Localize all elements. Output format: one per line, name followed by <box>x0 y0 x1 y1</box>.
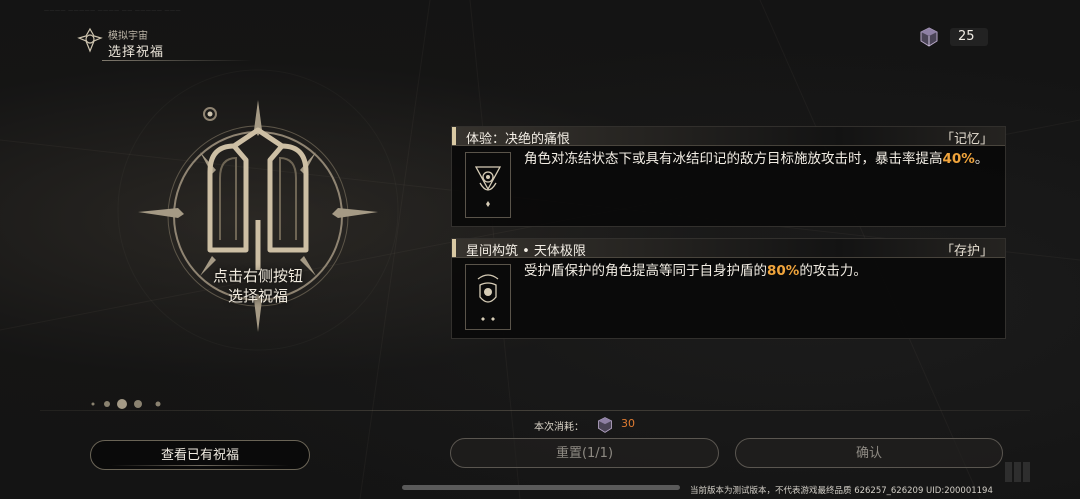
blessing-card-header: 星间构筑 • 天体极限 「存护」 <box>452 239 1005 259</box>
reset-button[interactable]: 重置(1/1) <box>450 438 719 468</box>
cost-value: 30 <box>621 417 635 430</box>
card-accent <box>452 127 456 145</box>
blessing-desc-text: 角色对冻结状态下或具有冰结印记的敌方目标施放攻击时，暴击率提高 <box>524 151 943 167</box>
blessing-desc-text-end: 。 <box>974 151 989 167</box>
blessing-description: 受护盾保护的角色提高等同于自身护盾的80%的攻击力。 <box>524 261 999 282</box>
view-owned-blessings-button[interactable]: 查看已有祝福 <box>90 440 310 470</box>
header: 模拟宇宙 选择祝福 <box>40 22 252 62</box>
decorative-text: ———— ————— ———— —— ————— ——— <box>44 8 181 14</box>
blessing-desc-value: 40% <box>942 151 975 167</box>
corner-decoration <box>1005 462 1030 482</box>
emblem-hint: 点击右侧按钮 选择祝福 <box>198 266 318 306</box>
home-indicator[interactable] <box>402 485 680 490</box>
preservation-blessing-icon <box>465 264 511 330</box>
screen: ———— ————— ———— —— ————— ——— 模拟宇宙 选择祝福 2… <box>0 0 1080 499</box>
header-subtitle: 模拟宇宙 <box>108 31 148 42</box>
page-title: 选择祝福 <box>108 45 165 60</box>
currency-value: 25 <box>958 29 975 44</box>
view-owned-blessings-label: 查看已有祝福 <box>160 448 239 463</box>
blessing-card[interactable]: 星间构筑 • 天体极限 「存护」 受护盾保护的角色提高等同于自身护盾的80%的攻… <box>451 238 1006 339</box>
blessing-desc-text: 受护盾保护的角色提高等同于自身护盾的 <box>524 263 767 279</box>
card-accent <box>452 239 456 257</box>
blessing-card-header: 体验：决绝的痛恨 「记忆」 <box>452 127 1005 147</box>
header-underline <box>102 60 252 61</box>
blessing-path: 「记忆」 <box>940 132 993 147</box>
blessing-title: 星间构筑 • 天体极限 <box>466 244 586 259</box>
blessing-desc-value: 80% <box>767 263 800 279</box>
version-watermark: 当前版本为测试版本，不代表游戏最终品质 626257_626209 UID:20… <box>690 486 993 496</box>
memory-blessing-icon <box>465 152 511 218</box>
cost-label: 本次消耗： <box>534 422 584 433</box>
blessing-card[interactable]: 体验：决绝的痛恨 「记忆」 角色对冻结状态下或具有冰结印记的敌方目标施放攻击时，… <box>451 126 1006 227</box>
blessing-title: 体验：决绝的痛恨 <box>466 132 571 147</box>
button-underline <box>111 465 289 466</box>
currency-counter: 25 <box>918 26 988 48</box>
blessing-description: 角色对冻结状态下或具有冰结印记的敌方目标施放攻击时，暴击率提高40%。 <box>524 149 999 170</box>
bottom-divider <box>40 410 1030 411</box>
cube-icon <box>598 417 612 433</box>
simulated-universe-icon <box>77 27 103 53</box>
blessing-desc-text-end: 的攻击力。 <box>799 263 867 279</box>
confirm-button[interactable]: 确认 <box>735 438 1003 468</box>
blessing-path: 「存护」 <box>940 244 993 259</box>
emblem-hint-line1: 点击右侧按钮 <box>212 267 303 285</box>
cube-icon <box>920 27 938 47</box>
emblem-hint-line2: 选择祝福 <box>227 287 288 305</box>
